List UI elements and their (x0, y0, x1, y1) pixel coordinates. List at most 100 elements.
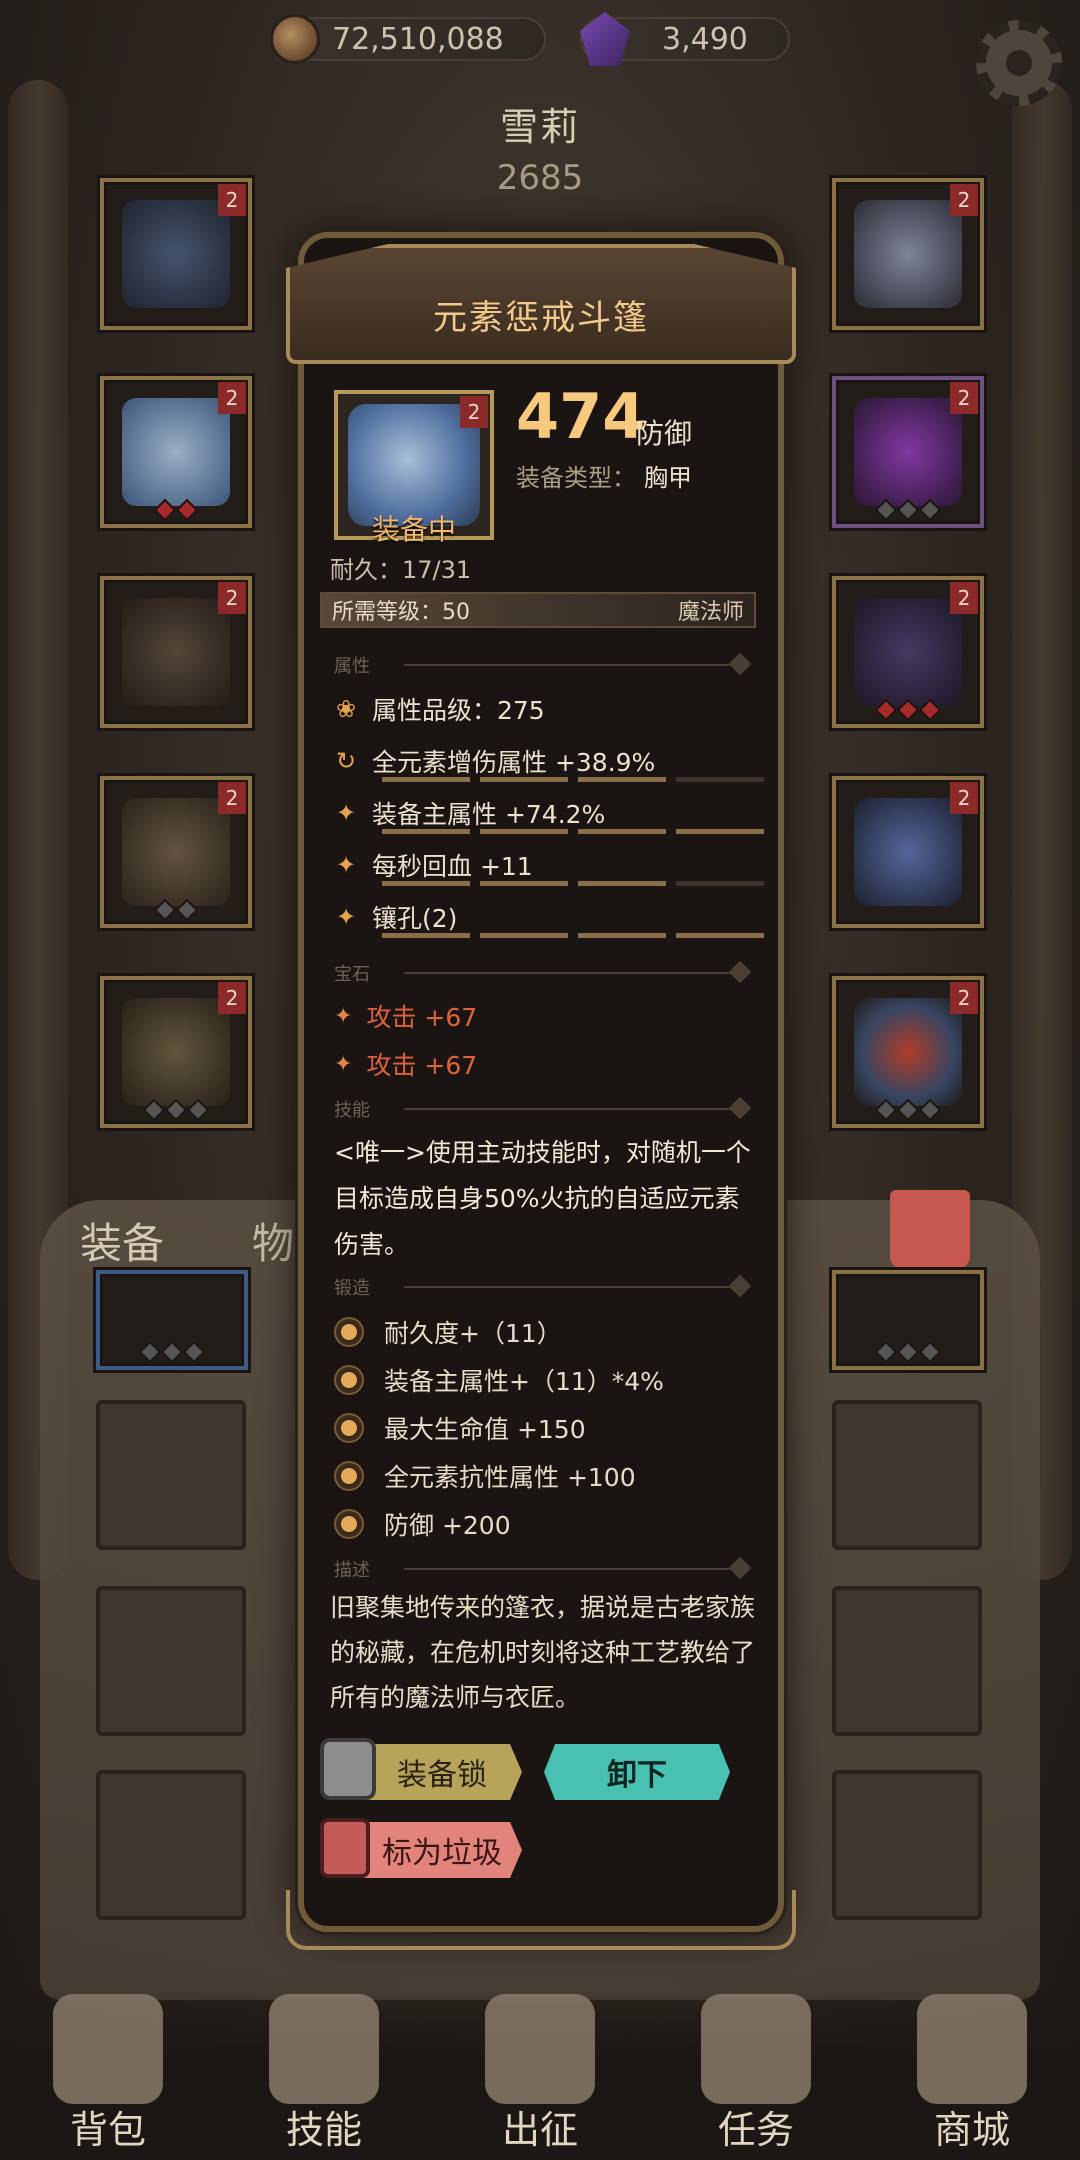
slot-level-badge: 2 (950, 184, 978, 216)
unequip-button[interactable]: 卸下 (544, 1744, 730, 1800)
equip-slot-offhand[interactable]: 2 (832, 976, 984, 1128)
forge-dot-icon (336, 1511, 362, 1537)
star-icon: ✦ (335, 799, 357, 827)
attribute-row: ✦ 装备主属性 +74.2% (334, 792, 764, 834)
section-label: 描述 (334, 1560, 370, 1581)
amulet-art (854, 200, 962, 308)
inventory-cell[interactable] (832, 1586, 982, 1736)
nav-quest[interactable]: 任务 (661, 1994, 851, 2154)
attribute-row: ✦ 镶孔(2) (334, 896, 764, 938)
section-skill: 技能 (334, 1096, 754, 1121)
coin-icon (270, 14, 320, 64)
equip-slot-shoulder[interactable]: 2 (832, 376, 984, 528)
forge-row: 装备主属性+（11）*4% (336, 1358, 664, 1402)
forge-text: 装备主属性+（11）*4% (384, 1367, 664, 1396)
required-level: 所需等级：50 (332, 600, 470, 625)
slot-gems (836, 698, 980, 722)
popup-bottom-frame (286, 1890, 796, 1950)
forge-text: 全元素抗性属性 +100 (384, 1463, 636, 1492)
equip-slot-helmet[interactable]: 2 (100, 178, 252, 330)
nav-skill[interactable]: 技能 (229, 1994, 419, 2154)
defense-value: 474 (516, 380, 646, 453)
forge-row: 耐久度+（11） (336, 1310, 562, 1354)
gem-amount: 3,490 (662, 21, 748, 57)
slot-gems (104, 498, 248, 522)
item-type-value: 胸甲 (644, 464, 692, 492)
gloves-art (122, 598, 230, 706)
lock-button-label: 装备锁 (397, 1758, 487, 1793)
equip-slot-chest[interactable]: 2 (100, 376, 252, 528)
lotus-icon: ❀ (335, 695, 357, 723)
skill-icon (269, 1994, 379, 2104)
coin-counter: 72,510,088 (270, 10, 546, 68)
inventory-cell[interactable] (96, 1400, 246, 1550)
nav-label: 商城 (933, 2108, 1010, 2152)
inventory-cell[interactable] (96, 1770, 246, 1920)
gem-row: ✦ 攻击 +67 (334, 996, 477, 1036)
forge-dot-icon (336, 1367, 362, 1393)
section-label: 技能 (334, 1100, 370, 1121)
forge-dot-icon (336, 1415, 362, 1441)
unequip-button-label: 卸下 (607, 1758, 667, 1793)
section-label: 锻造 (334, 1278, 370, 1299)
section-forge: 锻造 (334, 1274, 754, 1299)
cycle-icon: ↻ (335, 747, 357, 775)
inventory-cell[interactable] (96, 1586, 246, 1736)
inventory-item[interactable] (832, 1270, 984, 1370)
nav-shop[interactable]: 商城 (877, 1994, 1067, 2154)
equip-slot-boots[interactable]: 2 (100, 976, 252, 1128)
equip-slot-weapon[interactable]: 2 (832, 776, 984, 928)
offhand-art (854, 998, 962, 1106)
character-name: 雪莉 (499, 105, 580, 149)
attribute-row: ✦ 每秒回血 +11 (334, 844, 764, 886)
attribute-text: 装备主属性 +74.2% (372, 800, 606, 829)
nav-label: 任务 (717, 2108, 794, 2152)
inventory-cell[interactable] (832, 1400, 982, 1550)
star-icon: ✦ (335, 903, 357, 931)
section-description: 描述 (334, 1556, 754, 1581)
trash-icon[interactable] (890, 1190, 970, 1270)
section-attributes: 属性 (334, 652, 754, 677)
slot-level-badge: 2 (950, 782, 978, 814)
nav-expedition[interactable]: 出征 (445, 1994, 635, 2154)
gem-counter: 3,490 (580, 10, 790, 68)
forge-dot-icon (336, 1319, 362, 1345)
coin-amount: 72,510,088 (332, 21, 504, 57)
item-level-badge: 2 (460, 396, 488, 428)
quest-icon (701, 1994, 811, 2104)
inventory-item[interactable] (96, 1270, 248, 1370)
tab-equipment[interactable]: 装备 (80, 1210, 164, 1271)
equip-slot-gloves[interactable]: 2 (100, 576, 252, 728)
chest-art (122, 398, 230, 506)
equip-slot-pants[interactable]: 2 (100, 776, 252, 928)
shoulder-art (854, 398, 962, 506)
equip-slot-amulet[interactable]: 2 (832, 178, 984, 330)
gear-icon[interactable] (976, 20, 1062, 106)
item-type-label: 装备类型： (516, 464, 636, 492)
slot-level-badge: 2 (218, 582, 246, 614)
forge-row: 最大生命值 +150 (336, 1406, 586, 1450)
slot-level-badge: 2 (218, 382, 246, 414)
item-description: 旧聚集地传来的篷衣，据说是古老家族的秘藏，在危机时刻将这种工艺教给了所有的魔法师… (330, 1593, 756, 1712)
forge-dot-icon (336, 1463, 362, 1489)
mark-junk-button-label: 标为垃圾 (382, 1836, 502, 1871)
durability: 耐久：17/31 (330, 556, 472, 584)
slot-gems (104, 1098, 248, 1122)
slot-gems (104, 898, 248, 922)
gem-row: ✦ 攻击 +67 (334, 1044, 477, 1084)
attribute-text: 全元素增伤属性 +38.9% (372, 748, 656, 777)
nav-label: 技能 (285, 2108, 362, 2152)
equip-slot-belt[interactable]: 2 (832, 576, 984, 728)
slot-level-badge: 2 (218, 982, 246, 1014)
expedition-icon (485, 1994, 595, 2104)
star-icon: ✦ (335, 851, 357, 879)
nav-label: 背包 (69, 2108, 146, 2152)
shop-icon (917, 1994, 1027, 2104)
top-bar: 72,510,088 3,490 (0, 0, 1080, 106)
bottom-nav: 背包 技能 出征 任务 商城 (0, 1990, 1080, 2160)
inventory-cell[interactable] (832, 1770, 982, 1920)
nav-backpack[interactable]: 背包 (13, 1994, 203, 2154)
slot-level-badge: 2 (950, 582, 978, 614)
attribute-grade-row: ❀ 属性品级：275 (334, 688, 764, 730)
requirement-bar: 所需等级：50 魔法师 (320, 592, 756, 628)
